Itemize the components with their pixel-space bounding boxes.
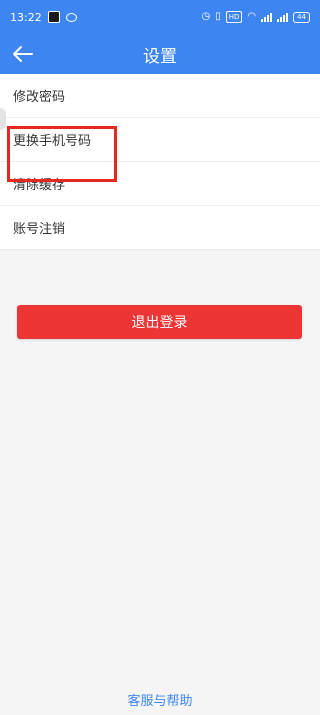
alarm-icon: ◷	[201, 11, 211, 22]
menu-item-label: 账号注销	[13, 222, 66, 237]
app-notification-icon	[47, 11, 60, 23]
battery-icon: 44	[293, 11, 310, 23]
signal-icon	[261, 12, 273, 22]
menu-item-label: 更换手机号码	[13, 134, 92, 149]
hd-icon: HD	[225, 11, 243, 23]
clear-cache-item[interactable]: 清除缓存	[0, 162, 320, 206]
delete-account-item[interactable]: 账号注销	[0, 206, 320, 250]
wifi-icon: ◠	[247, 11, 257, 22]
help-link[interactable]: 客服与帮助	[0, 690, 320, 709]
page-title: 设置	[143, 46, 177, 67]
status-left: 13:22	[10, 11, 77, 24]
arrow-left-icon	[13, 46, 33, 62]
change-phone-item[interactable]: 更换手机号码	[0, 118, 320, 162]
logout-button[interactable]: 退出登录	[17, 305, 302, 339]
edge-handle	[0, 108, 6, 130]
status-bar: 13:22 ◷ ▯ HD ◠ 44	[0, 0, 320, 34]
menu-item-label: 修改密码	[13, 90, 66, 105]
app-bar: 设置	[0, 34, 320, 74]
weibo-icon	[65, 12, 77, 22]
signal-icon-2	[277, 12, 289, 22]
status-time: 13:22	[10, 10, 42, 24]
status-right: ◷ ▯ HD ◠ 44	[201, 11, 310, 23]
vibrate-icon: ▯	[215, 11, 221, 22]
change-password-item[interactable]: 修改密码	[0, 74, 320, 118]
menu-item-label: 清除缓存	[13, 178, 66, 193]
settings-list: 修改密码 更换手机号码 清除缓存 账号注销	[0, 74, 320, 250]
back-button[interactable]	[8, 40, 36, 68]
